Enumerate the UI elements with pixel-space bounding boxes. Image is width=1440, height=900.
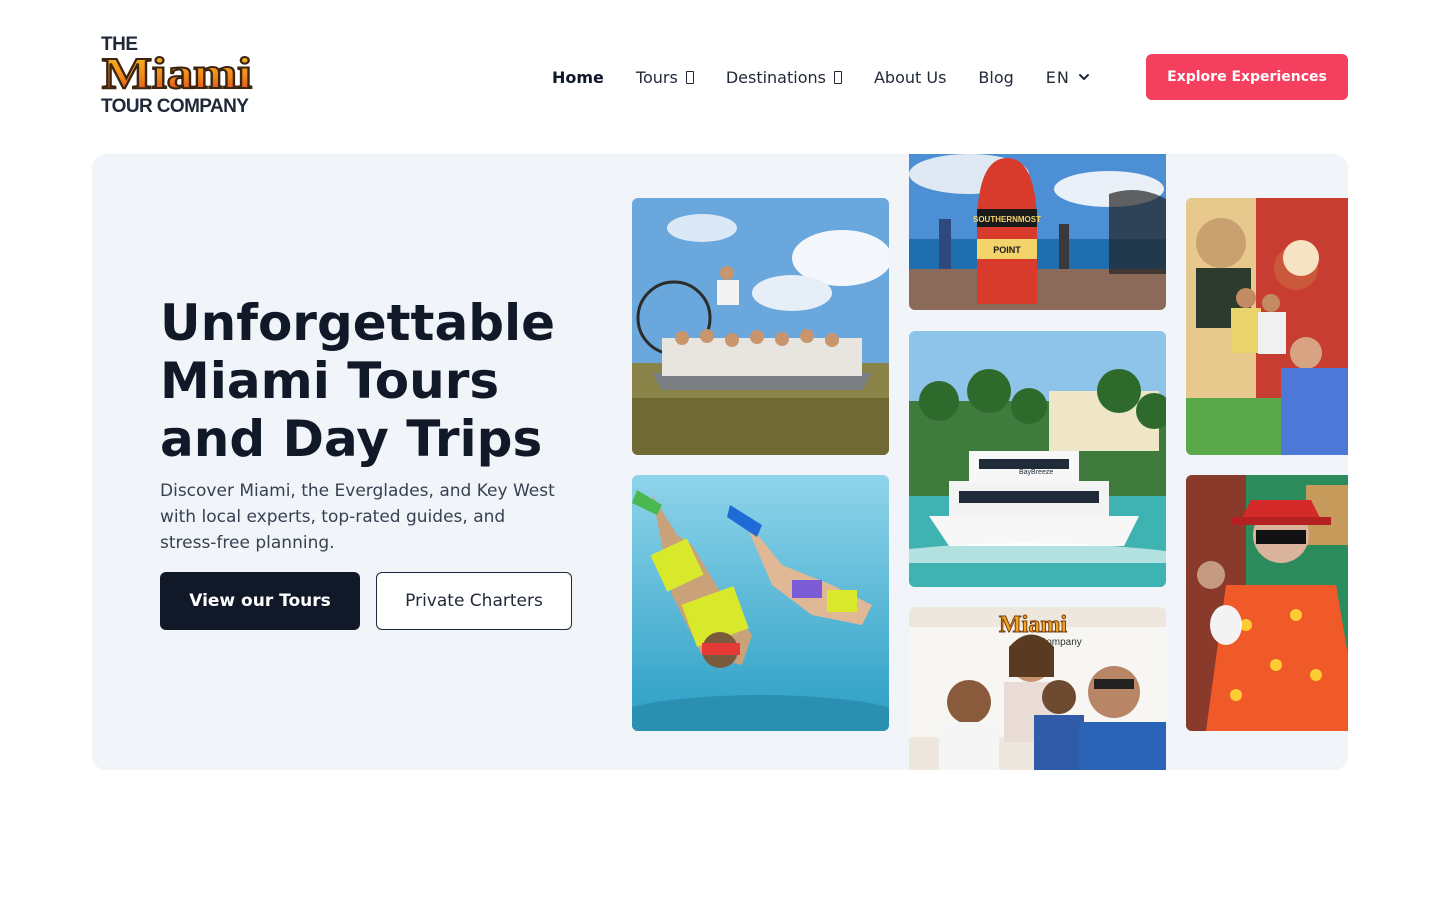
logo-wordmark: Miami [101,48,253,96]
logo-wordmark-text: Miami [102,49,252,96]
logo-text-company: TOUR COMPANY [101,96,249,117]
street-art-photo [1186,198,1348,455]
boat-name-text: BayBreeze [1019,469,1053,476]
nav-home[interactable]: Home [552,68,604,87]
explore-experiences-button[interactable]: Explore Experiences [1146,54,1348,100]
nav-destinations-label: Destinations [725,67,826,87]
hero-subtitle: Discover Miami, the Everglades, and Key … [160,481,555,553]
family-photo: Miami Company [909,607,1166,770]
language-label: EN [1045,67,1070,87]
nav-about-label: About Us [873,67,947,87]
private-charters-button[interactable]: Private Charters [376,572,572,630]
nav-destinations[interactable]: Destinations [726,68,842,87]
boat-cruise-photo: BayBreeze [909,331,1166,587]
nav-about[interactable]: About Us [874,68,946,87]
view-tours-button[interactable]: View our Tours [160,572,360,630]
language-selector[interactable]: EN [1046,68,1090,87]
nav-tours-label: Tours [635,67,678,87]
buoy-sign-text-2: POINT [993,245,1021,255]
nav-blog[interactable]: Blog [978,68,1013,87]
van-logo-text: Miami [999,612,1067,638]
nav-blog-label: Blog [978,67,1014,87]
dropdown-icon [685,70,694,84]
company-logo[interactable]: THE Miami TOUR COMPANY [100,34,256,120]
main-nav: Home Tours Destinations About Us Blog EN [552,66,1090,88]
nav-home-label: Home [552,67,604,87]
snorkeling-photo [632,475,889,731]
southernmost-point-photo: SOUTHERNMOST POINT [909,154,1166,310]
buoy-sign-text: SOUTHERNMOST [973,215,1041,224]
hero-section: Unforgettable Miami Tours and Day Trips … [92,154,1348,770]
party-photo [1186,475,1348,731]
site-header: THE Miami TOUR COMPANY Home Tours Destin… [0,0,1440,154]
nav-tours[interactable]: Tours [636,68,694,87]
airboat-photo [632,198,889,455]
hero-title: Unforgettable Miami Tours and Day Trips [160,294,556,468]
dropdown-icon [833,70,842,84]
chevron-down-icon [1078,74,1089,80]
